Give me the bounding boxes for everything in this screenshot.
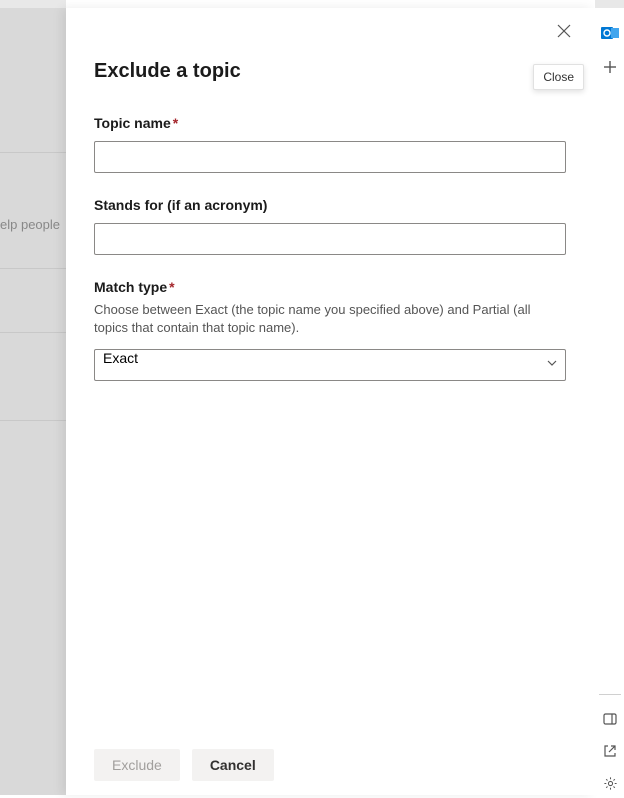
bg-partial-text: elp people bbox=[0, 217, 60, 232]
label-text: Match type bbox=[94, 279, 167, 295]
close-tooltip: Close bbox=[533, 64, 584, 90]
close-icon bbox=[557, 24, 571, 41]
match-type-help: Choose between Exact (the topic name you… bbox=[94, 301, 566, 337]
right-rail bbox=[594, 0, 624, 795]
match-type-label: Match type* bbox=[94, 279, 175, 295]
exclude-button[interactable]: Exclude bbox=[94, 749, 180, 781]
match-type-select[interactable]: Exact bbox=[94, 349, 566, 381]
obscured-background: elp people bbox=[0, 0, 66, 795]
panel-body: Topic name* Stands for (if an acronym) M… bbox=[66, 83, 594, 737]
bg-divider bbox=[0, 420, 66, 421]
required-indicator: * bbox=[169, 279, 174, 295]
stands-for-field: Stands for (if an acronym) bbox=[94, 197, 566, 255]
bg-divider bbox=[0, 152, 66, 153]
close-button[interactable] bbox=[548, 16, 580, 48]
stands-for-input[interactable] bbox=[94, 223, 566, 255]
panel-title: Exclude a topic bbox=[94, 60, 566, 83]
panel-toggle-icon[interactable] bbox=[595, 704, 624, 734]
label-text: Topic name bbox=[94, 115, 171, 131]
rail-header-strip bbox=[595, 0, 624, 8]
panel-footer: Exclude Cancel bbox=[66, 737, 594, 795]
rail-divider bbox=[599, 694, 621, 695]
topic-name-field: Topic name* bbox=[94, 115, 566, 173]
settings-icon[interactable] bbox=[595, 768, 624, 798]
bg-header-strip bbox=[0, 0, 66, 8]
open-external-icon[interactable] bbox=[595, 736, 624, 766]
exclude-topic-panel: Close Exclude a topic Topic name* Stands… bbox=[66, 8, 594, 795]
add-icon[interactable] bbox=[595, 52, 624, 82]
required-indicator: * bbox=[173, 115, 178, 131]
stands-for-label: Stands for (if an acronym) bbox=[94, 197, 267, 213]
match-type-field: Match type* Choose between Exact (the to… bbox=[94, 279, 566, 381]
bg-divider bbox=[0, 332, 66, 333]
match-type-select-wrap: Exact bbox=[94, 349, 566, 381]
panel-header: Close Exclude a topic bbox=[66, 8, 594, 83]
cancel-button[interactable]: Cancel bbox=[192, 749, 274, 781]
bg-divider bbox=[0, 268, 66, 269]
outlook-icon[interactable] bbox=[595, 18, 624, 48]
topic-name-input[interactable] bbox=[94, 141, 566, 173]
topic-name-label: Topic name* bbox=[94, 115, 178, 131]
